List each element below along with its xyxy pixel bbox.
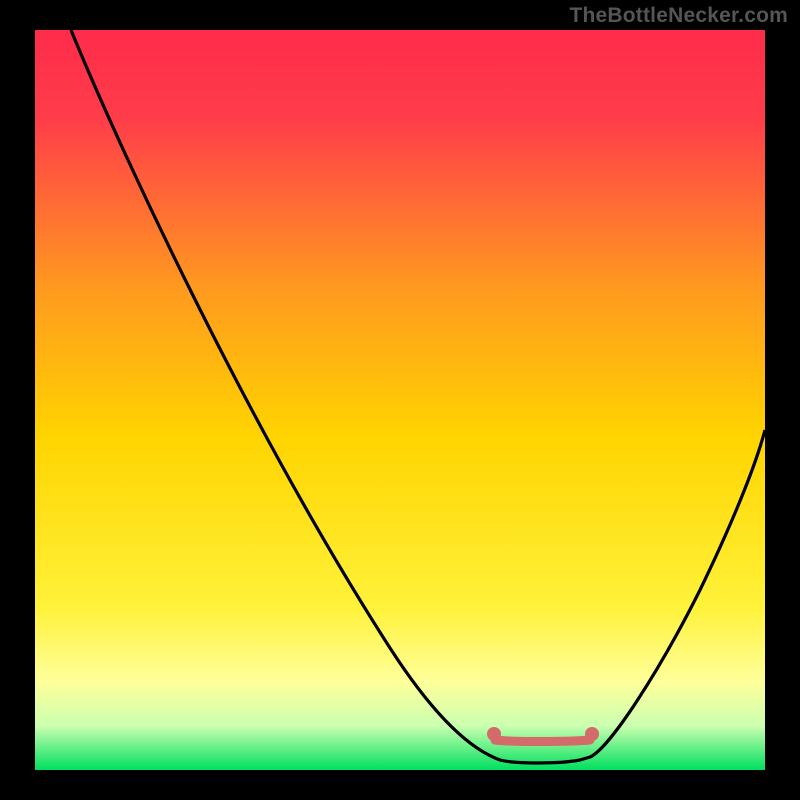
watermark-text: TheBottleNecker.com <box>569 4 788 28</box>
flat-end-dot <box>585 727 599 741</box>
flat-start-dot <box>487 727 501 741</box>
bottleneck-flat-highlight <box>495 740 590 742</box>
plot-background <box>35 30 765 770</box>
chart-frame: TheBottleNecker.com <box>0 0 800 800</box>
chart-svg <box>0 0 800 800</box>
